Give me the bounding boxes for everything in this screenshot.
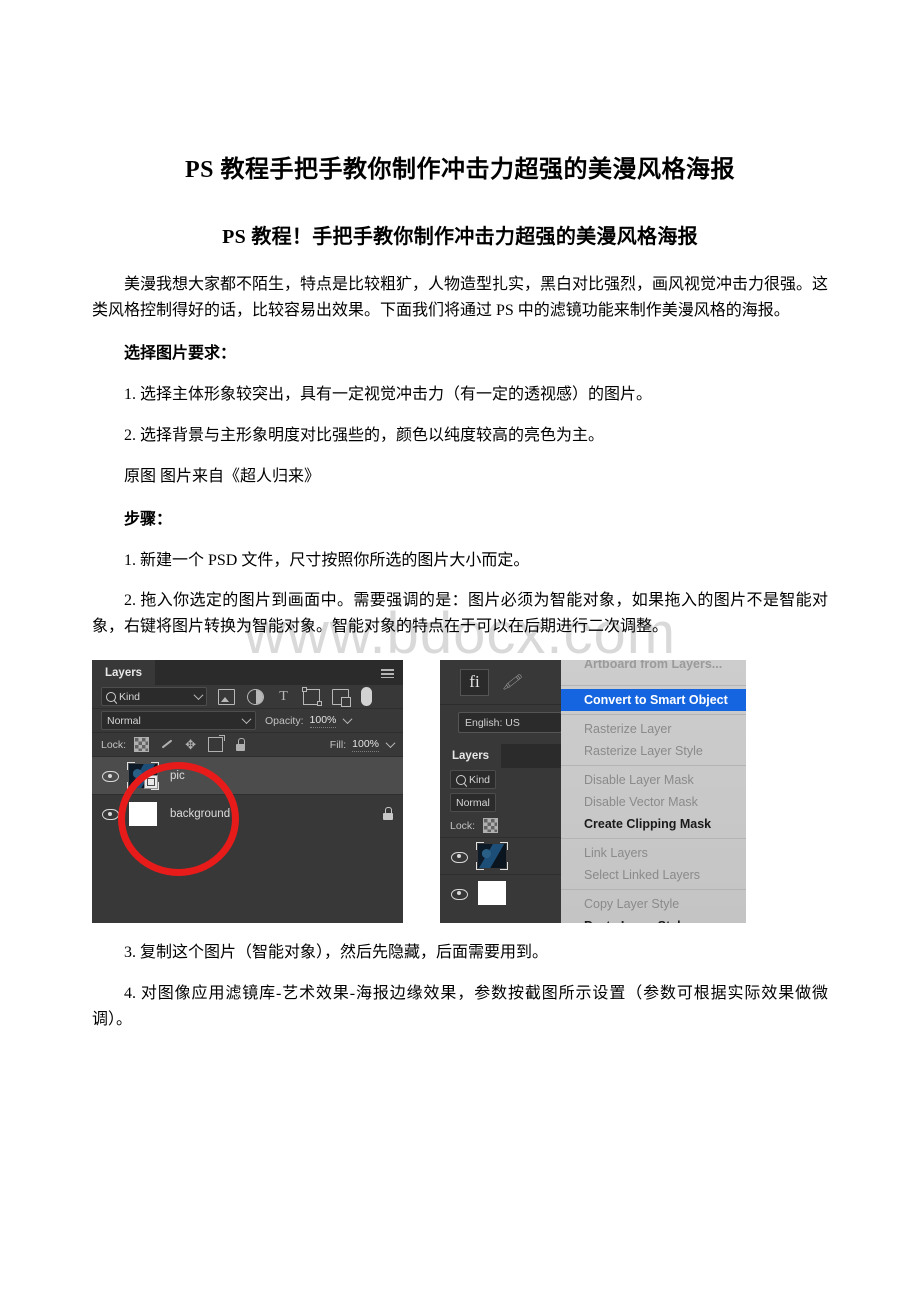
requirement-item-2: 2. 选择背景与主形象明度对比强些的，颜色以纯度较高的亮色为主。: [124, 426, 605, 444]
lock-all-icon[interactable]: [234, 738, 247, 752]
search-icon: [106, 691, 116, 702]
steps-heading: 步骤：: [124, 510, 173, 528]
font-ligature-icon[interactable]: fi: [460, 668, 489, 696]
eye-visibility-icon[interactable]: [101, 805, 119, 822]
smart-object-badge-icon: [144, 774, 158, 789]
page-title: PS 教程手把手教你制作冲击力超强的美漫风格海报: [184, 157, 735, 183]
step-item-2: 2. 拖入你选定的图片到画面中。需要强调的是：图片必须为智能对象，如果拖入的图片…: [92, 592, 828, 636]
photoshop-layers-panel-screenshot: Layers Kind T Normal Opacity: 100% Lock:…: [92, 660, 403, 924]
fill-label: Fill:: [329, 738, 347, 751]
blend-opacity-row: Normal Opacity: 100%: [92, 709, 403, 732]
lock-artboard-icon[interactable]: [208, 735, 226, 753]
filter-kind-label: Kind: [119, 690, 141, 703]
menu-item-create-clipping-mask[interactable]: Create Clipping Mask: [561, 813, 746, 835]
intro-paragraph: 美漫我想大家都不陌生，特点是比较粗犷，人物造型扎实，黑白对比强烈，画风视觉冲击力…: [92, 276, 829, 320]
table-row[interactable]: [440, 837, 561, 874]
step-item-4: 4. 对图像应用滤镜库-艺术效果-海报边缘效果，参数按截图所示设置（参数可根据实…: [92, 985, 828, 1029]
filter-adjustment-icon[interactable]: [247, 688, 264, 705]
table-row[interactable]: background: [92, 794, 403, 832]
filter-enable-toggle[interactable]: [361, 687, 372, 707]
lock-label: Lock:: [101, 738, 127, 751]
filter-row: Kind: [440, 768, 561, 791]
requirements-heading: 选择图片要求：: [124, 345, 237, 362]
chevron-down-icon: [241, 714, 252, 725]
menu-item-rasterize-layer[interactable]: Rasterize Layer: [561, 718, 746, 740]
table-row[interactable]: [440, 874, 561, 911]
fill-value[interactable]: 100%: [352, 738, 379, 752]
menu-item-link-layers[interactable]: Link Layers: [561, 842, 746, 864]
eye-visibility-icon[interactable]: [101, 767, 119, 784]
opacity-chevron-down-icon[interactable]: [342, 714, 353, 725]
filter-icon-group: T: [218, 687, 372, 707]
menu-item-disable-vector-mask[interactable]: Disable Vector Mask: [561, 791, 746, 813]
menu-divider: [561, 765, 746, 767]
filter-kind-label: Kind: [469, 773, 491, 786]
filter-row: Kind T: [92, 685, 403, 708]
eye-visibility-icon[interactable]: [450, 885, 468, 902]
filter-shape-icon[interactable]: [301, 687, 322, 707]
layer-thumbnail[interactable]: [476, 879, 508, 907]
lock-transparency-icon[interactable]: [483, 818, 499, 834]
document-content: PS 教程手把手教你制作冲击力超强的美漫风格海报 PS 教程！手把手教你制作冲击…: [92, 0, 828, 1033]
layer-name-pic[interactable]: pic: [170, 770, 185, 782]
tab-layers[interactable]: Layers: [92, 660, 156, 686]
chevron-down-icon: [193, 690, 204, 701]
menu-item-artboard-from-layers[interactable]: Artboard from Layers...: [561, 660, 746, 675]
lock-icon: [382, 807, 394, 821]
lock-label: Lock:: [450, 819, 476, 832]
menu-divider: [561, 714, 746, 716]
filter-image-icon[interactable]: [218, 688, 235, 705]
layer-context-menu: Artboard from Layers... Convert to Smart…: [561, 660, 746, 924]
blend-row: Normal: [440, 791, 561, 814]
lock-image-brush-icon[interactable]: [160, 738, 173, 751]
step-item-3: 3. 复制这个图片（智能对象），然后先隐藏，后面需要用到。: [124, 944, 549, 962]
panel-tabbar: Layers: [440, 744, 561, 769]
document-page: www.bdocx.com PS 教程手把手教你制作冲击力超强的美漫风格海报 P…: [0, 0, 920, 1302]
photoshop-panel-background: fi 🖍 English: US Layers Kind Normal Lock…: [440, 660, 562, 924]
warp-text-icon[interactable]: 🖍: [502, 673, 521, 691]
layer-thumbnail[interactable]: [127, 761, 159, 790]
layer-name-background[interactable]: background: [170, 808, 230, 820]
page-subtitle: PS 教程！手把手教你制作冲击力超强的美漫风格海报: [222, 226, 698, 249]
panel-menu-icon[interactable]: [381, 669, 394, 679]
menu-divider: [561, 685, 746, 687]
tab-layers[interactable]: Layers: [440, 744, 502, 769]
layer-thumbnail[interactable]: [476, 842, 508, 871]
menu-divider: [561, 889, 746, 891]
filter-type-icon[interactable]: T: [276, 689, 291, 704]
fill-chevron-down-icon[interactable]: [385, 738, 396, 749]
menu-item-paste-layer-style[interactable]: Paste Layer Style: [561, 915, 746, 923]
filter-kind-select[interactable]: Kind: [101, 687, 207, 707]
opacity-value[interactable]: 100%: [309, 714, 337, 728]
layer-thumbnail[interactable]: [127, 800, 159, 828]
blend-mode-select[interactable]: Normal: [450, 793, 496, 813]
search-icon: [456, 774, 466, 785]
options-bar: fi 🖍: [440, 660, 561, 706]
opacity-label: Opacity:: [265, 714, 304, 727]
step-item-1: 1. 新建一个 PSD 文件，尺寸按照你所选的图片大小而定。: [124, 551, 530, 569]
figure-screenshots: Layers Kind T Normal Opacity: 100% Lock:…: [92, 660, 828, 924]
blend-mode-label: Normal: [107, 714, 141, 727]
menu-item-disable-layer-mask[interactable]: Disable Layer Mask: [561, 769, 746, 791]
menu-item-copy-layer-style[interactable]: Copy Layer Style: [561, 893, 746, 915]
lock-row: Lock:: [440, 814, 561, 837]
filter-smart-object-icon[interactable]: [332, 688, 351, 707]
requirement-item-1: 1. 选择主体形象较突出，具有一定视觉冲击力（有一定的透视感）的图片。: [124, 385, 653, 403]
lock-row: Lock: ✥ Fill: 100%: [92, 733, 403, 756]
table-row[interactable]: pic: [92, 756, 403, 795]
menu-item-convert-to-smart-object[interactable]: Convert to Smart Object: [561, 689, 746, 712]
filter-kind-select[interactable]: Kind: [450, 770, 497, 790]
lock-icon-group: ✥: [134, 735, 247, 753]
lock-position-move-icon[interactable]: ✥: [184, 738, 197, 751]
source-note: 原图 图片来自《超人归来》: [124, 467, 321, 485]
menu-item-rasterize-layer-style[interactable]: Rasterize Layer Style: [561, 740, 746, 762]
language-select[interactable]: English: US: [458, 712, 562, 734]
eye-visibility-icon[interactable]: [450, 848, 468, 865]
panel-tabbar: Layers: [92, 660, 403, 686]
blend-mode-select[interactable]: Normal: [101, 711, 256, 731]
menu-divider: [561, 838, 746, 840]
photoshop-context-menu-screenshot: fi 🖍 English: US Layers Kind Normal Lock…: [429, 660, 746, 924]
menu-item-select-linked-layers[interactable]: Select Linked Layers: [561, 864, 746, 886]
lock-transparency-icon[interactable]: [134, 737, 150, 753]
